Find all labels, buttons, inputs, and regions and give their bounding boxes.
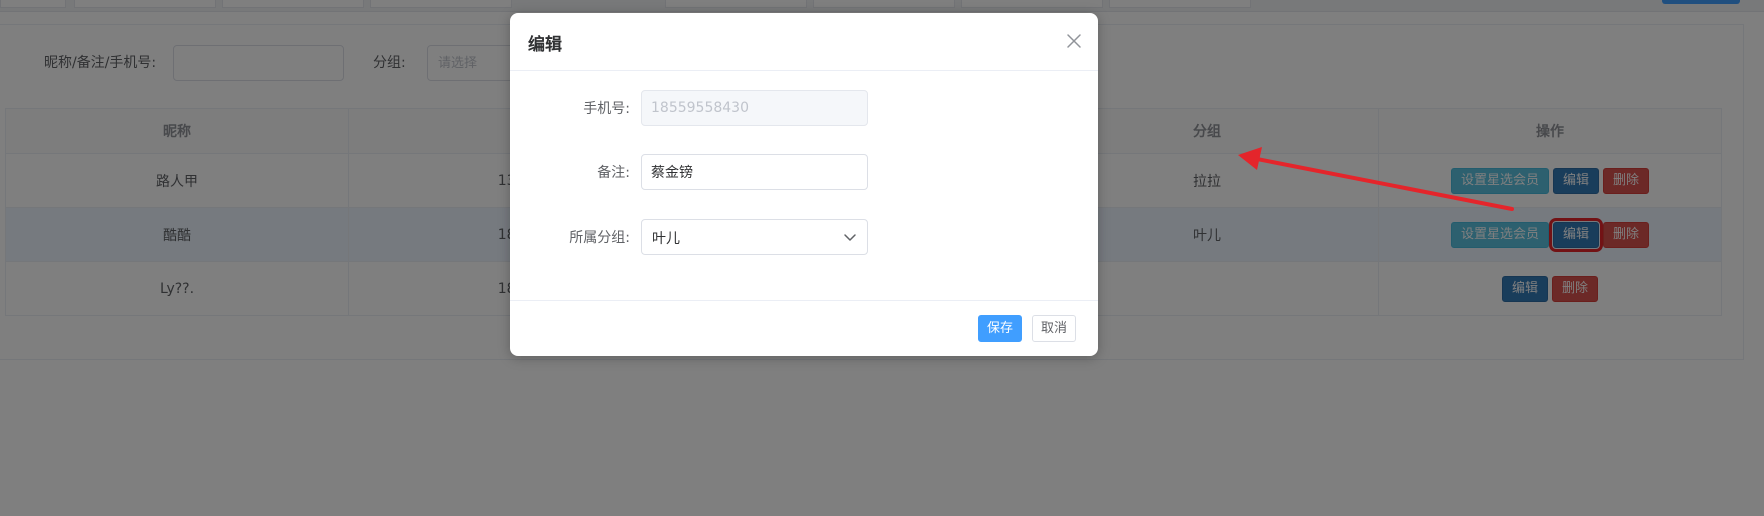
remark-label: 备注: [597,165,630,181]
group-select-value: 叶儿 [652,231,680,247]
dialog-header: 编辑 [510,13,1098,71]
close-icon [1067,34,1081,48]
group-select[interactable]: 叶儿 [641,219,868,255]
remark-input[interactable] [641,154,868,190]
dialog-footer: 保存 取消 [510,300,1098,356]
phone-label: 手机号: [583,101,630,117]
group-label: 所属分组: [569,230,630,246]
phone-input [641,90,868,126]
chevron-down-icon [844,234,856,241]
edit-dialog: 编辑 手机号: 备注: 所属分组: 叶儿 保存 取消 [510,13,1098,356]
close-button[interactable] [1061,28,1087,54]
save-button[interactable]: 保存 [978,315,1023,342]
dialog-title: 编辑 [528,35,562,55]
cancel-button[interactable]: 取消 [1032,315,1077,342]
